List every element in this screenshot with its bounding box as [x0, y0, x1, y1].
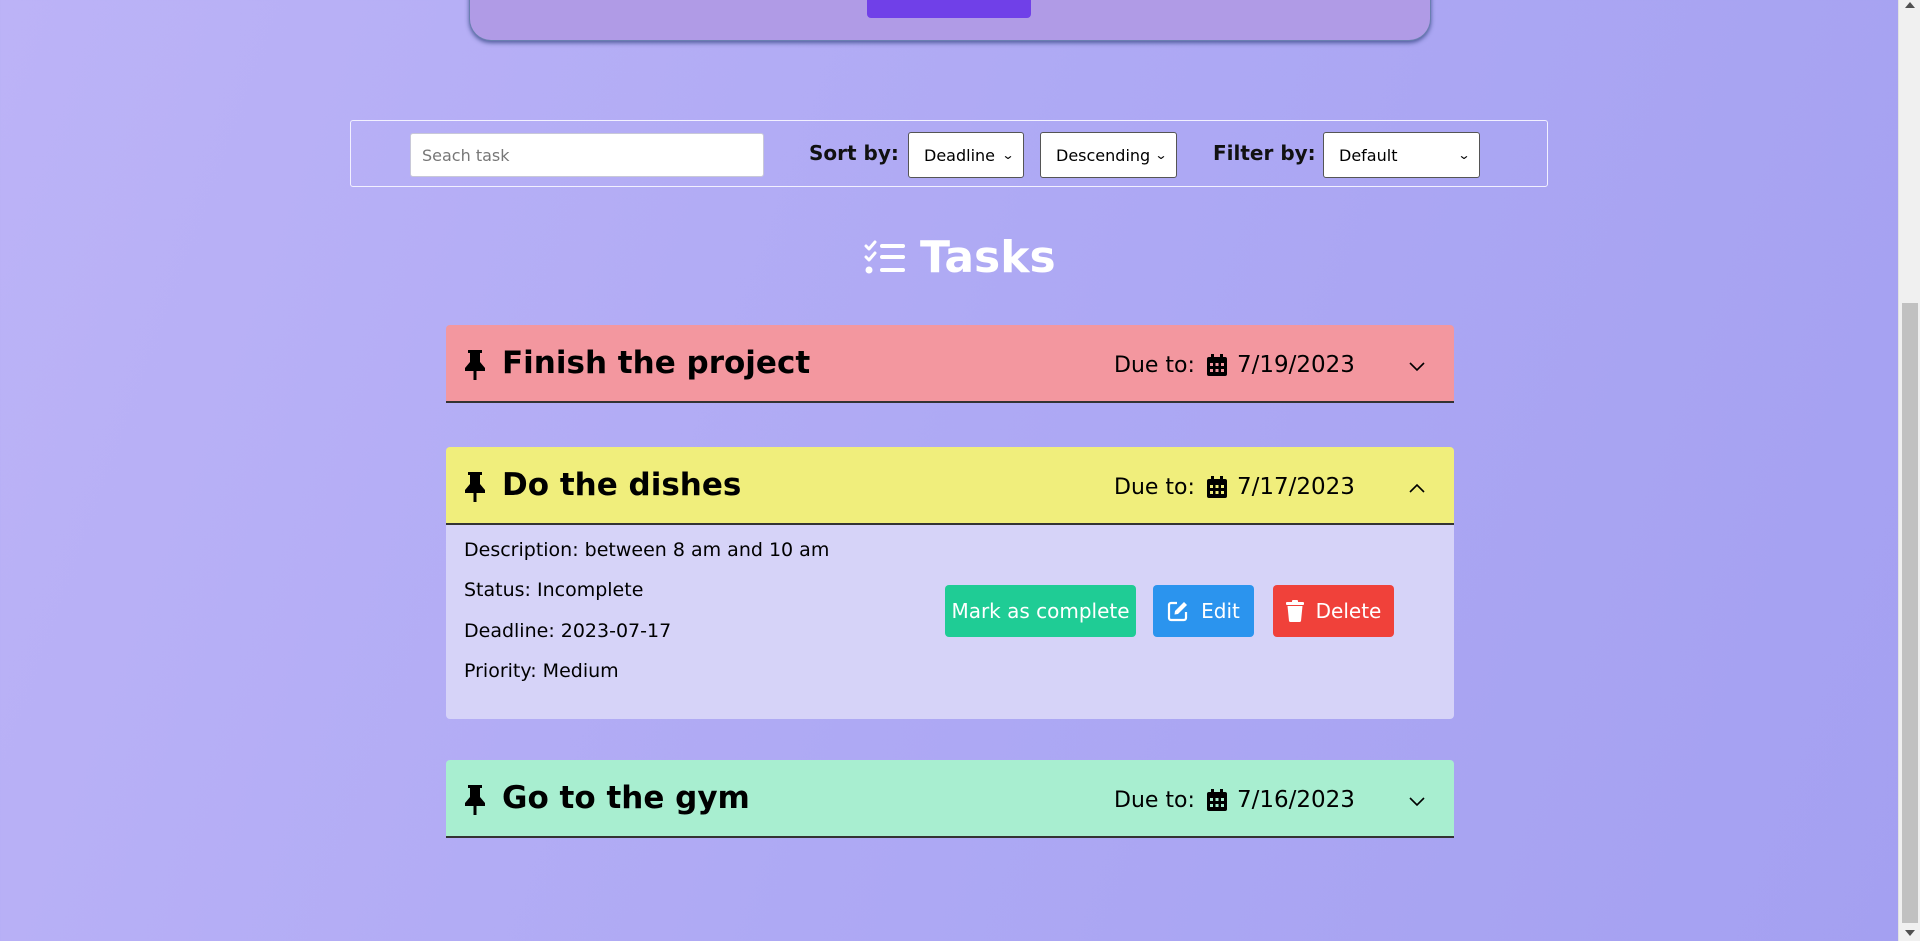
mark-complete-button[interactable]: Mark as complete [945, 585, 1136, 637]
trash-icon [1285, 600, 1304, 622]
chevron-down-icon: ⌄ [1457, 148, 1471, 162]
pin-icon [465, 785, 485, 815]
chevron-down-icon[interactable] [1408, 794, 1426, 808]
scroll-up-arrow-icon[interactable] [1905, 2, 1915, 8]
sort-order-value: Descending [1056, 145, 1151, 165]
chevron-down-icon[interactable] [1408, 359, 1426, 373]
chevron-down-icon: ⌄ [1154, 148, 1168, 162]
filter-label: Filter by: [1213, 141, 1316, 165]
filter-select[interactable]: Default ⌄ [1323, 132, 1480, 178]
scrollbar-thumb[interactable] [1902, 303, 1918, 923]
list-check-icon [864, 240, 905, 273]
edit-icon [1168, 601, 1188, 622]
task-description: Description: between 8 am and 10 am [464, 539, 830, 561]
task-card: Finish the project Due to: 7/19/2023 [446, 325, 1454, 403]
sort-label: Sort by: [809, 141, 899, 165]
task-card: Do the dishes Due to: 7/17/2023 Descript… [446, 447, 1454, 719]
calendar-icon [1207, 789, 1227, 811]
sort-field-select[interactable]: Deadline ⌄ [908, 132, 1024, 178]
search-input[interactable] [410, 133, 764, 177]
due-label: Due to: [1114, 475, 1195, 500]
task-header[interactable]: Do the dishes Due to: 7/17/2023 [446, 447, 1454, 525]
delete-button[interactable]: Delete [1273, 585, 1394, 637]
task-card: Go to the gym Due to: 7/16/2023 [446, 760, 1454, 838]
due-label: Due to: [1114, 353, 1195, 378]
due-date: 7/17/2023 [1237, 474, 1355, 500]
pin-icon [465, 350, 485, 380]
task-status: Status: Incomplete [464, 579, 644, 601]
calendar-icon [1207, 354, 1227, 376]
due-date: 7/16/2023 [1237, 787, 1355, 813]
mark-complete-label: Mark as complete [951, 599, 1130, 623]
add-task-card [469, 0, 1431, 41]
scroll-down-arrow-icon[interactable] [1905, 930, 1915, 936]
task-toolbar: Sort by: Deadline ⌄ Descending ⌄ Filter … [350, 120, 1548, 187]
add-task-button[interactable] [867, 0, 1031, 18]
task-header[interactable]: Finish the project Due to: 7/19/2023 [446, 325, 1454, 403]
due-label: Due to: [1114, 788, 1195, 813]
task-title: Do the dishes [502, 467, 742, 503]
page-scrollbar[interactable] [1898, 0, 1920, 941]
task-title: Finish the project [502, 345, 811, 381]
calendar-icon [1207, 476, 1227, 498]
filter-value: Default [1339, 145, 1398, 165]
tasks-heading: Tasks [864, 232, 1056, 283]
tasks-title: Tasks [920, 232, 1056, 283]
task-priority: Priority: Medium [464, 660, 619, 682]
task-header[interactable]: Go to the gym Due to: 7/16/2023 [446, 760, 1454, 838]
chevron-up-icon[interactable] [1408, 481, 1426, 495]
sort-field-value: Deadline [924, 145, 995, 165]
task-deadline: Deadline: 2023-07-17 [464, 620, 672, 642]
due-date: 7/19/2023 [1237, 352, 1355, 378]
edit-button[interactable]: Edit [1153, 585, 1254, 637]
delete-label: Delete [1315, 599, 1382, 623]
chevron-down-icon: ⌄ [1001, 148, 1015, 162]
edit-label: Edit [1201, 599, 1240, 623]
sort-order-select[interactable]: Descending ⌄ [1040, 132, 1177, 178]
pin-icon [465, 472, 485, 502]
task-details: Description: between 8 am and 10 am Stat… [446, 525, 1454, 719]
task-title: Go to the gym [502, 780, 750, 816]
